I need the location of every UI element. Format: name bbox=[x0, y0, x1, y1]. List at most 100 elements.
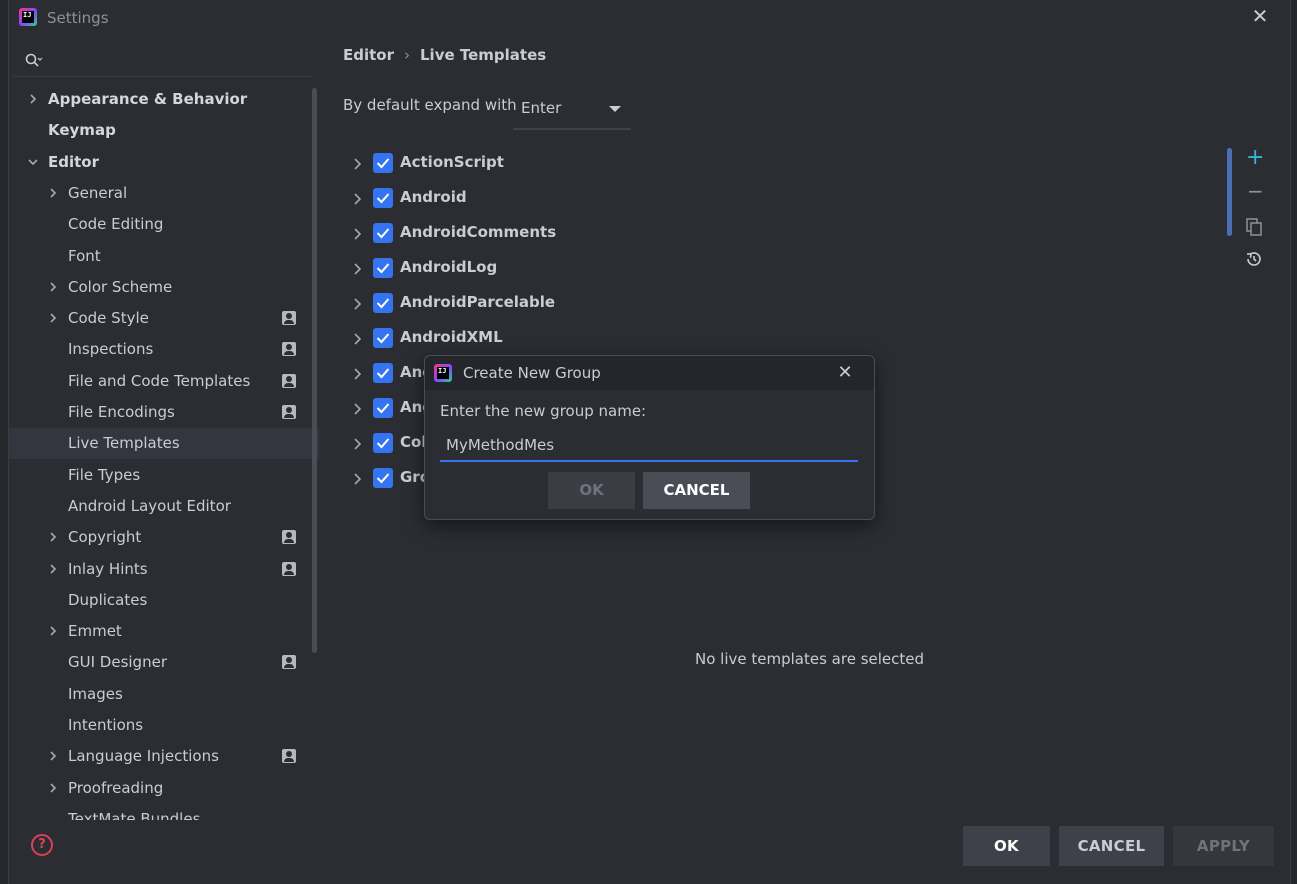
group-checkbox[interactable] bbox=[373, 223, 393, 243]
group-label: AndroidXML bbox=[400, 328, 503, 346]
dialog-cancel-button[interactable]: CANCEL bbox=[643, 472, 750, 509]
sidebar-item-live-templates[interactable]: Live Templates bbox=[9, 428, 319, 460]
sidebar-item-label: File Types bbox=[68, 465, 141, 484]
cancel-button[interactable]: CANCEL bbox=[1059, 826, 1164, 866]
sidebar-item-gui-designer[interactable]: GUI Designer bbox=[9, 647, 319, 678]
sidebar-item-file-and-code-templates[interactable]: File and Code Templates bbox=[9, 366, 319, 397]
expand-with-dropdown[interactable]: Enter bbox=[513, 90, 631, 130]
chevron-down-icon[interactable] bbox=[27, 147, 41, 178]
sidebar-item-label: Live Templates bbox=[68, 434, 180, 453]
sidebar-item-appearance-behavior[interactable]: Appearance & Behavior bbox=[9, 84, 319, 115]
chevron-right-icon[interactable] bbox=[47, 741, 61, 772]
apply-button[interactable]: APPLY bbox=[1173, 826, 1274, 866]
chevron-right-icon[interactable] bbox=[351, 191, 363, 210]
breadcrumb-separator: › bbox=[404, 46, 410, 64]
group-checkbox[interactable] bbox=[373, 433, 393, 453]
sidebar-item-label: Color Scheme bbox=[68, 277, 173, 296]
group-name-input[interactable] bbox=[440, 430, 858, 460]
ok-button[interactable]: OK bbox=[963, 826, 1050, 866]
template-list-scrollbar[interactable] bbox=[1227, 148, 1232, 236]
group-label: Col bbox=[400, 433, 427, 451]
project-level-icon bbox=[282, 311, 296, 326]
add-icon[interactable]: + bbox=[1243, 145, 1265, 172]
close-icon[interactable]: ✕ bbox=[1250, 6, 1270, 26]
sidebar-item-copyright[interactable]: Copyright bbox=[9, 522, 319, 553]
sidebar-item-emmet[interactable]: Emmet bbox=[9, 616, 319, 647]
chevron-right-icon[interactable] bbox=[351, 226, 363, 245]
sidebar-item-label: Emmet bbox=[68, 622, 122, 641]
sidebar-item-code-editing[interactable]: Code Editing bbox=[9, 209, 319, 240]
chevron-right-icon[interactable] bbox=[47, 272, 61, 303]
chevron-right-icon[interactable] bbox=[351, 261, 363, 280]
chevron-right-icon[interactable] bbox=[351, 331, 363, 350]
group-label: AndroidLog bbox=[400, 258, 498, 276]
chevron-right-icon[interactable] bbox=[351, 401, 363, 420]
sidebar-item-proofreading[interactable]: Proofreading bbox=[9, 773, 319, 804]
dialog-ok-button[interactable]: OK bbox=[548, 472, 635, 509]
title-bar: IJ Settings ✕ bbox=[9, 0, 1290, 36]
group-checkbox[interactable] bbox=[373, 258, 393, 278]
template-group-row[interactable]: ActionScript bbox=[343, 148, 1203, 178]
template-group-row[interactable]: AndroidXML bbox=[343, 323, 1203, 353]
sidebar-scrollbar[interactable] bbox=[312, 88, 317, 653]
sidebar-item-code-style[interactable]: Code Style bbox=[9, 303, 319, 334]
chevron-right-icon[interactable] bbox=[351, 471, 363, 490]
chevron-right-icon[interactable] bbox=[47, 303, 61, 334]
sidebar-item-textmate-bundles[interactable]: TextMate Bundles bbox=[9, 804, 319, 820]
sidebar-item-images[interactable]: Images bbox=[9, 679, 319, 710]
group-name-field[interactable] bbox=[440, 430, 858, 462]
chevron-right-icon[interactable] bbox=[47, 554, 61, 585]
help-icon[interactable]: ? bbox=[31, 834, 53, 856]
sidebar-item-label: Android Layout Editor bbox=[68, 496, 231, 515]
project-level-icon bbox=[282, 373, 296, 388]
template-group-row[interactable]: AndroidComments bbox=[343, 218, 1203, 248]
chevron-right-icon[interactable] bbox=[47, 616, 61, 647]
expand-with-label: By default expand with bbox=[343, 96, 517, 114]
group-checkbox[interactable] bbox=[373, 363, 393, 383]
chevron-right-icon[interactable] bbox=[47, 178, 61, 209]
sidebar-item-file-encodings[interactable]: File Encodings bbox=[9, 397, 319, 428]
window-title: Settings bbox=[47, 9, 109, 27]
sidebar-item-duplicates[interactable]: Duplicates bbox=[9, 585, 319, 616]
chevron-right-icon[interactable] bbox=[351, 156, 363, 175]
group-label: ActionScript bbox=[400, 153, 504, 171]
group-checkbox[interactable] bbox=[373, 293, 393, 313]
sidebar-item-keymap[interactable]: Keymap bbox=[9, 115, 319, 146]
chevron-right-icon[interactable] bbox=[351, 296, 363, 315]
sidebar-item-inspections[interactable]: Inspections bbox=[9, 334, 319, 365]
template-group-row[interactable]: AndroidParcelable bbox=[343, 288, 1203, 318]
sidebar-item-general[interactable]: General bbox=[9, 178, 319, 209]
breadcrumb-editor[interactable]: Editor bbox=[343, 46, 394, 64]
template-group-row[interactable]: AndroidLog bbox=[343, 253, 1203, 283]
dialog-title: Create New Group bbox=[463, 364, 601, 382]
sidebar-item-font[interactable]: Font bbox=[9, 241, 319, 272]
sidebar-item-color-scheme[interactable]: Color Scheme bbox=[9, 272, 319, 303]
chevron-right-icon[interactable] bbox=[47, 773, 61, 804]
template-group-row[interactable]: Android bbox=[343, 183, 1203, 213]
close-icon[interactable]: ✕ bbox=[836, 364, 854, 382]
sidebar-item-label: Keymap bbox=[48, 121, 116, 140]
copy-icon[interactable] bbox=[1243, 216, 1265, 238]
restore-icon[interactable] bbox=[1243, 248, 1265, 270]
chevron-right-icon[interactable] bbox=[27, 84, 41, 115]
group-checkbox[interactable] bbox=[373, 328, 393, 348]
group-checkbox[interactable] bbox=[373, 468, 393, 488]
sidebar-item-editor[interactable]: Editor bbox=[9, 147, 319, 178]
sidebar-item-android-layout-editor[interactable]: Android Layout Editor bbox=[9, 491, 319, 522]
sidebar-item-inlay-hints[interactable]: Inlay Hints bbox=[9, 554, 319, 585]
sidebar-item-label: Inlay Hints bbox=[68, 559, 148, 578]
chevron-right-icon[interactable] bbox=[47, 522, 61, 553]
group-checkbox[interactable] bbox=[373, 398, 393, 418]
settings-search-input[interactable] bbox=[13, 42, 313, 77]
sidebar-item-language-injections[interactable]: Language Injections bbox=[9, 741, 319, 772]
chevron-right-icon[interactable] bbox=[351, 366, 363, 385]
group-checkbox[interactable] bbox=[373, 153, 393, 173]
chevron-right-icon[interactable] bbox=[351, 436, 363, 455]
sidebar-item-label: Editor bbox=[48, 152, 99, 171]
remove-icon[interactable]: − bbox=[1243, 179, 1265, 205]
sidebar-item-label: Images bbox=[68, 684, 123, 703]
sidebar-item-file-types[interactable]: File Types bbox=[9, 460, 319, 491]
group-checkbox[interactable] bbox=[373, 188, 393, 208]
remove-glyph: − bbox=[1247, 179, 1264, 203]
sidebar-item-intentions[interactable]: Intentions bbox=[9, 710, 319, 741]
